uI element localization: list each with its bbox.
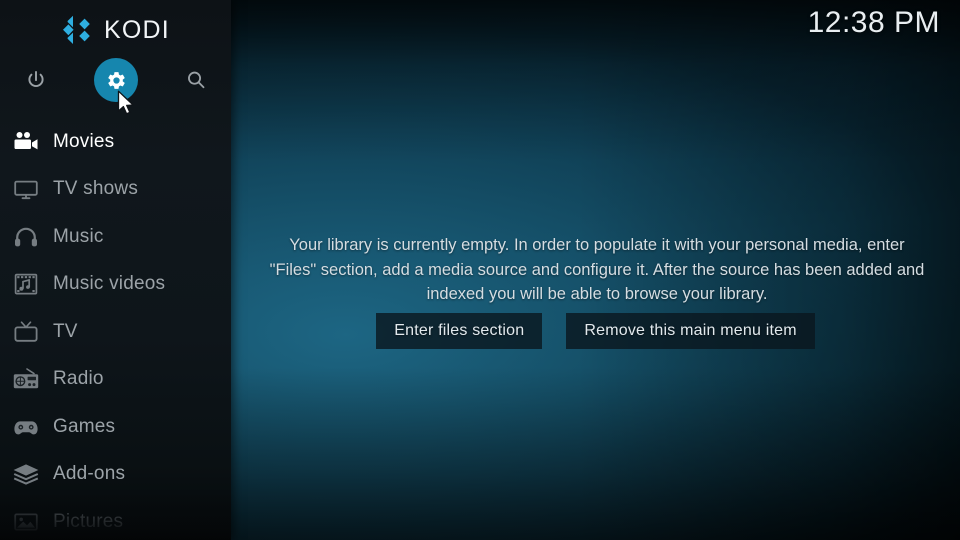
sidebar-item-label: TV xyxy=(53,320,78,342)
addon-box-icon xyxy=(10,459,42,489)
search-icon xyxy=(185,69,207,91)
kodi-window: 12:38 PM Your library is currently empty… xyxy=(0,0,960,540)
sidebar-item-pictures[interactable]: Pictures xyxy=(0,498,231,540)
sidebar-item-music[interactable]: Music xyxy=(0,213,231,261)
gear-icon xyxy=(106,70,127,91)
sidebar-item-radio[interactable]: Radio xyxy=(0,356,231,404)
sidebar-item-label: Music videos xyxy=(53,273,166,295)
kodi-logo-icon xyxy=(61,15,95,45)
sidebar-item-movies[interactable]: Movies xyxy=(0,118,231,166)
sidebar-item-games[interactable]: Games xyxy=(0,403,231,451)
gamepad-icon xyxy=(10,412,42,442)
tv-antenna-icon xyxy=(10,317,42,347)
picture-icon xyxy=(10,507,42,537)
sidebar-item-label: Movies xyxy=(53,130,115,152)
radio-icon xyxy=(10,364,42,394)
remove-main-menu-item-button[interactable]: Remove this main menu item xyxy=(566,313,815,349)
sidebar-item-add-ons[interactable]: Add-ons xyxy=(0,451,231,499)
sidebar-item-label: Add-ons xyxy=(53,463,126,485)
sidebar-item-tv-shows[interactable]: TV shows xyxy=(0,166,231,214)
headphones-icon xyxy=(10,222,42,252)
enter-files-section-button[interactable]: Enter files section xyxy=(376,313,543,349)
sidebar-item-tv[interactable]: TV xyxy=(0,308,231,356)
search-button[interactable] xyxy=(172,56,220,104)
brand-logo: KODI xyxy=(0,8,231,52)
film-note-icon xyxy=(10,269,42,299)
tv-monitor-icon xyxy=(10,174,42,204)
settings-button[interactable] xyxy=(92,56,140,104)
sidebar-item-label: Music xyxy=(53,225,104,247)
power-button[interactable] xyxy=(12,56,60,104)
sidebar: KODI Movies TV shows Music Music videos … xyxy=(0,0,231,540)
action-button-row: Enter files section Remove this main men… xyxy=(231,313,960,349)
empty-library-message: Your library is currently empty. In orde… xyxy=(269,236,925,303)
sidebar-item-label: Games xyxy=(53,415,116,437)
sidebar-toolbar xyxy=(0,56,231,104)
sidebar-item-label: TV shows xyxy=(53,178,139,200)
sidebar-item-music-videos[interactable]: Music videos xyxy=(0,261,231,309)
movie-camera-icon xyxy=(10,127,42,157)
sidebar-item-label: Pictures xyxy=(53,510,124,532)
power-icon xyxy=(25,69,47,91)
main-menu: Movies TV shows Music Music videos TV Ra… xyxy=(0,118,231,540)
main-content: Your library is currently empty. In orde… xyxy=(231,0,960,540)
brand-name: KODI xyxy=(104,15,170,44)
sidebar-item-label: Radio xyxy=(53,368,104,390)
